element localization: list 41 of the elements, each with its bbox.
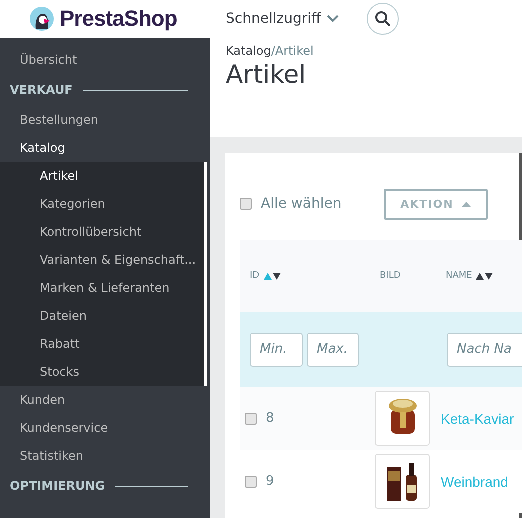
select-all-label: Alle wählen — [261, 196, 342, 212]
search-icon — [375, 11, 392, 27]
submenu-item[interactable]: Dateien — [0, 302, 204, 330]
id-cell: 9 — [266, 474, 274, 489]
sidebar-item[interactable]: Bestellungen — [0, 106, 210, 134]
column-header: ID — [250, 271, 260, 281]
sidebar-item[interactable]: Katalog — [0, 134, 210, 162]
section-heading: VERKAUF — [10, 83, 73, 97]
id-cell: 8 — [266, 411, 274, 426]
row-checkbox[interactable] — [245, 476, 257, 488]
column-header: BILD — [380, 271, 401, 281]
select-all-checkbox[interactable] — [240, 198, 252, 210]
filter-field[interactable]: Min. — [250, 332, 303, 366]
submenu-item[interactable]: Rabatt — [0, 330, 204, 358]
submenu-item[interactable]: Artikel — [0, 162, 204, 190]
sort-down-icon[interactable] — [272, 272, 281, 280]
logo-text: PrestaShop — [60, 6, 178, 32]
row-checkbox[interactable] — [245, 412, 257, 424]
sidebar-item[interactable]: Kundenservice — [0, 414, 210, 442]
puffin-logo-icon — [30, 7, 54, 31]
sort-down-icon[interactable] — [485, 272, 494, 280]
column-header: NAME — [446, 271, 472, 281]
search-button[interactable] — [367, 3, 400, 35]
submenu-item[interactable]: Marken & Lieferanten — [0, 274, 204, 302]
section-heading: OPTIMIERUNG — [10, 479, 106, 493]
sidebar-item[interactable]: Kunden — [0, 386, 210, 414]
caret-up-icon — [462, 202, 471, 206]
submenu-item[interactable]: Kategorien — [0, 190, 204, 218]
sidebar-item[interactable]: Übersicht — [0, 46, 210, 74]
sort-up-icon[interactable] — [476, 272, 484, 280]
filter-field[interactable]: Nach Na — [447, 332, 522, 366]
sidebar-item[interactable]: Statistiken — [0, 442, 210, 470]
chevron-down-icon — [327, 15, 340, 23]
quick-access-dropdown[interactable]: Schnellzugriff — [210, 11, 340, 27]
breadcrumb-current: /Artikel — [271, 44, 314, 58]
submenu-item[interactable]: Varianten & Eigenschaft... — [0, 246, 204, 274]
submenu-item[interactable]: Kontrollübersicht — [0, 218, 204, 246]
breadcrumb-link[interactable]: Katalog — [226, 44, 272, 58]
filter-field[interactable]: Max. — [307, 332, 359, 366]
submenu-item[interactable]: Stocks — [0, 358, 204, 386]
page-title: Artikel — [226, 60, 308, 89]
